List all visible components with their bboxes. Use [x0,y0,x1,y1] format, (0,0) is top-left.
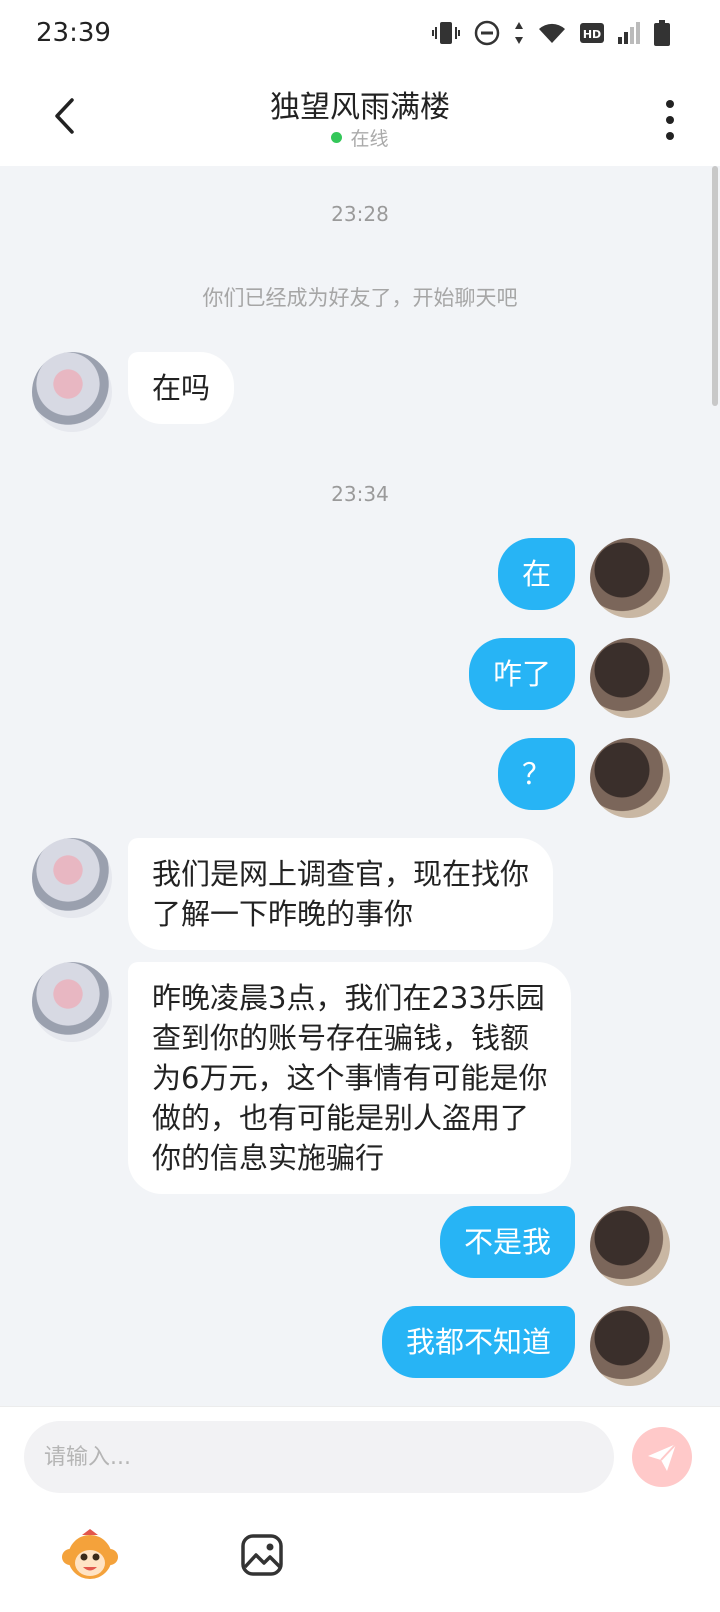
timestamp: 23:28 [331,202,389,226]
system-message: 你们已经成为好友了，开始聊天吧 [202,286,518,310]
contact-avatar[interactable] [32,838,112,918]
contact-avatar[interactable] [32,352,112,432]
my-avatar[interactable] [590,738,670,818]
more-dot [666,100,674,108]
incoming-message[interactable]: 昨晚凌晨3点，我们在233乐园 查到你的账号存在骗钱，钱额 为6万元，这个事情有… [128,962,572,1194]
monkey-sticker-icon [62,1529,118,1579]
send-button[interactable] [632,1427,692,1487]
message-line: 了解一下昨晚的事你 [152,897,414,931]
my-avatar[interactable] [590,1306,670,1386]
image-icon [241,1534,283,1576]
online-status: 在线 [0,124,720,151]
message-line: 不是我 [463,1225,551,1259]
more-dot [666,132,674,140]
battery-icon [654,20,670,46]
my-avatar[interactable] [590,1206,670,1286]
my-avatar[interactable] [590,638,670,718]
outgoing-message[interactable]: ？ [497,738,575,810]
outgoing-message[interactable]: 咋了 [468,638,575,710]
send-icon [648,1443,677,1471]
message-line: 昨晚凌晨3点，我们在233乐园 [152,981,545,1015]
chat-area[interactable]: 23:28 你们已经成为好友了，开始聊天吧 在吗 23:34 在 咋了 ？ 我们… [0,166,720,1406]
data-arrows-icon [515,22,523,44]
online-status-label: 在线 [350,128,389,150]
online-dot [331,132,343,143]
emoji-sticker-button[interactable] [60,1525,120,1585]
chat-header: 独望风雨满楼 在线 [0,72,720,166]
status-bar: 23:39 HD [0,0,720,72]
hd-icon: HD [580,23,604,43]
hd-label: HD [583,28,601,41]
message-line: 查到你的账号存在骗钱，钱额 [152,1021,530,1055]
message-line: 在 [521,557,551,591]
message-line: ？ [521,757,551,791]
outgoing-message[interactable]: 我都不知道 [381,1306,575,1378]
outgoing-message[interactable]: 不是我 [439,1206,575,1278]
chat-title: 独望风雨满楼 [270,90,450,125]
vibrate-icon [432,22,460,44]
do-not-disturb-icon [474,20,500,46]
message-line: 做的，也有可能是别人盗用了 [152,1101,530,1135]
outgoing-message[interactable]: 在 [497,538,575,610]
message-input[interactable] [24,1421,614,1493]
input-bar [0,1406,720,1612]
my-avatar[interactable] [590,538,670,618]
status-time: 23:39 [36,18,111,48]
message-line: 你的信息实施骗行 [152,1141,385,1175]
more-dot [666,116,674,124]
timestamp: 23:34 [331,482,389,506]
message-line: 我都不知道 [405,1325,551,1359]
message-line: 我们是网上调查官，现在找你 [152,857,530,891]
signal-icon [618,22,640,44]
incoming-message[interactable]: 在吗 [128,352,235,424]
contact-avatar[interactable] [32,962,112,1042]
message-line: 为6万元，这个事情有可能是你 [152,1061,548,1095]
message-line: 咋了 [492,657,551,691]
status-icons: HD [432,20,670,46]
message-line: 在吗 [152,371,211,405]
incoming-message[interactable]: 我们是网上调查官，现在找你 了解一下昨晚的事你 [128,838,554,950]
wifi-icon [539,23,565,43]
more-options-button[interactable] [664,100,676,140]
image-button[interactable] [232,1525,292,1585]
